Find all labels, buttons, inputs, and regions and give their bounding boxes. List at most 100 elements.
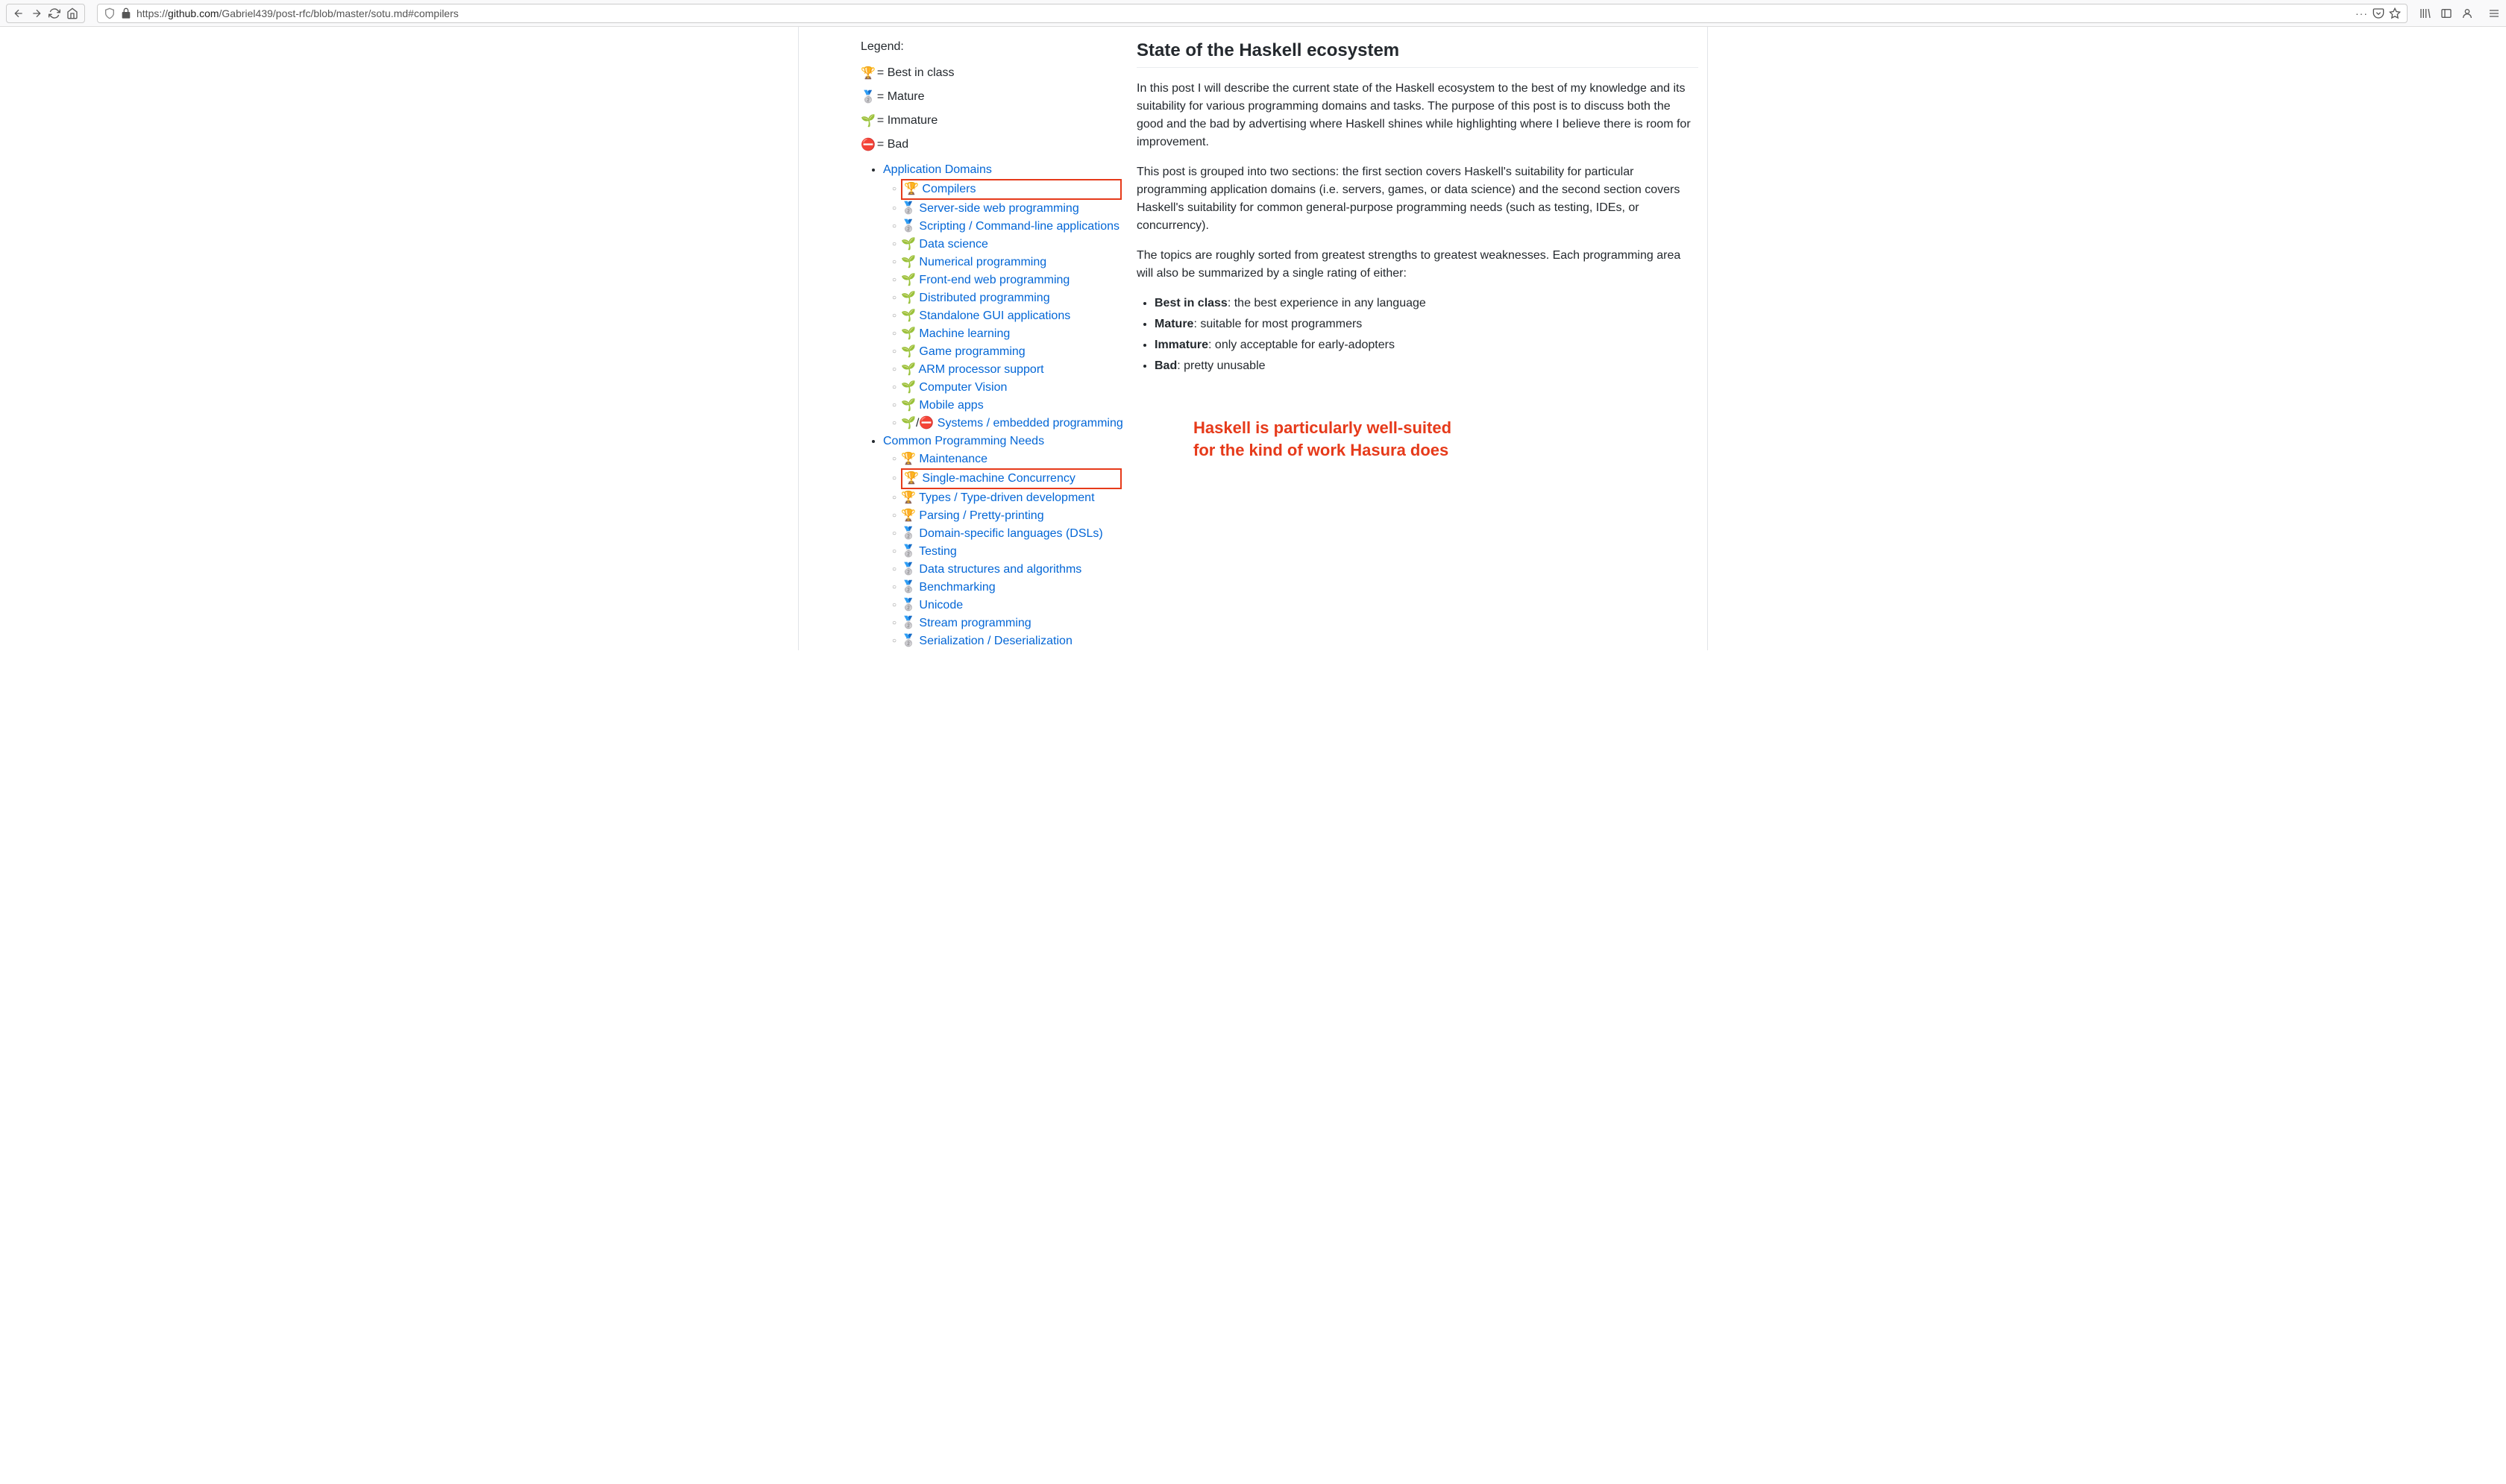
lock-icon (120, 7, 132, 19)
toc-item-icon: 🥈 (901, 581, 919, 594)
toc-link[interactable]: Distributed programming (919, 292, 1049, 304)
toc-link[interactable]: Mobile apps (919, 399, 983, 412)
toc-link[interactable]: Domain-specific languages (DSLs) (919, 527, 1102, 540)
toc-item-icon: 🌱 (901, 345, 919, 358)
toc-item: 🏆 Single-machine Concurrency (892, 468, 1137, 489)
toc-link[interactable]: Maintenance (919, 453, 987, 465)
toc-item-icon: 🥈 (901, 220, 919, 233)
sidebar-icon[interactable] (2440, 7, 2452, 19)
toc-item-icon: 🏆 (901, 509, 919, 522)
toc-item: 🥈 Testing (892, 543, 1137, 561)
toc-item-icon: 🌱 (901, 327, 919, 340)
toc-item-icon: 🌱 (901, 238, 919, 251)
forward-button[interactable] (29, 6, 44, 21)
toc-link[interactable]: Stream programming (919, 617, 1031, 629)
legend-item: 🥈 = Mature (861, 89, 1137, 104)
shield-icon (104, 7, 116, 19)
rating-name: Bad (1155, 359, 1177, 372)
url-text: https://github.com/Gabriel439/post-rfc/b… (136, 7, 2351, 19)
rating-item: Bad: pretty unusable (1155, 357, 1698, 375)
page-actions-icon[interactable]: ··· (2355, 7, 2368, 19)
toc-item: 🥈 Stream programming (892, 614, 1137, 632)
toc-item: 🏆 Maintenance (892, 450, 1137, 468)
toc-item: 🌱 Front-end web programming (892, 271, 1137, 289)
toc-item-icon: 🏆 (901, 453, 919, 465)
toc-section-common-programming-needs[interactable]: Common Programming Needs (883, 435, 1044, 447)
toc-link[interactable]: Front-end web programming (919, 274, 1070, 286)
toc-link[interactable]: Serialization / Deserialization (919, 635, 1072, 647)
toc-link[interactable]: Standalone GUI applications (919, 309, 1070, 322)
legend-item-label: = Mature (877, 90, 925, 104)
toc-item-icon: 🌱 (901, 309, 919, 322)
toc-item-icon: 🥈 (901, 635, 919, 647)
toc-link[interactable]: Parsing / Pretty-printing (919, 509, 1043, 522)
url-bar[interactable]: https://github.com/Gabriel439/post-rfc/b… (97, 4, 2408, 23)
rating-list: Best in class: the best experience in an… (1137, 295, 1698, 375)
toc-item-icon: 🏆 (904, 472, 922, 485)
article-paragraph: The topics are roughly sorted from great… (1137, 247, 1698, 283)
rating-description: : pretty unusable (1177, 359, 1265, 372)
toc-link[interactable]: Numerical programming (919, 256, 1046, 268)
toc-link[interactable]: Testing (919, 545, 957, 558)
menu-icon[interactable] (2488, 7, 2500, 19)
toc-item: 🥈 Serialization / Deserialization (892, 632, 1137, 650)
toc-item-icon: 🥈 (901, 527, 919, 540)
toc-item: 🥈 Benchmarking (892, 579, 1137, 597)
toc-link[interactable]: Types / Type-driven development (919, 491, 1094, 504)
toc-link[interactable]: Data science (919, 238, 988, 251)
toc-item-icon: 🌱 (901, 381, 919, 394)
toc-link[interactable]: Computer Vision (919, 381, 1007, 394)
toc-item-icon: 🌱 (901, 399, 919, 412)
toc-link[interactable]: ARM processor support (919, 363, 1044, 376)
article-paragraph: This post is grouped into two sections: … (1137, 163, 1698, 235)
account-icon[interactable] (2461, 7, 2473, 19)
bookmark-star-icon[interactable] (2389, 7, 2401, 19)
browser-toolbar: https://github.com/Gabriel439/post-rfc/b… (0, 0, 2506, 27)
toc-item: 🌱 Machine learning (892, 325, 1137, 343)
rating-item: Mature: suitable for most programmers (1155, 315, 1698, 333)
toc-link[interactable]: Single-machine Concurrency (922, 472, 1075, 485)
legend-item: ⛔ = Bad (861, 137, 1137, 152)
toc-item: 🌱/⛔ Systems / embedded programming (892, 415, 1137, 433)
back-button[interactable] (11, 6, 26, 21)
article-title: State of the Haskell ecosystem (1137, 40, 1698, 68)
legend-title: Legend: (861, 40, 1137, 54)
medal-icon: 🥈 (861, 89, 876, 104)
reload-button[interactable] (47, 6, 62, 21)
toc-link[interactable]: Scripting / Command-line applications (919, 220, 1119, 233)
toc-link[interactable]: Machine learning (919, 327, 1010, 340)
toc-item: 🌱 Computer Vision (892, 379, 1137, 397)
toc-link[interactable]: Game programming (919, 345, 1025, 358)
reload-icon (48, 7, 60, 19)
toc-link[interactable]: Unicode (919, 599, 963, 611)
toc-link[interactable]: Compilers (922, 183, 976, 195)
seedling-icon: 🌱 (861, 113, 876, 128)
arrow-left-icon (13, 7, 25, 19)
toc-item: 🌱 Mobile apps (892, 397, 1137, 415)
legend-item: 🏆 = Best in class (861, 66, 1137, 81)
rating-description: : only acceptable for early-adopters (1208, 339, 1395, 351)
toc-link[interactable]: Data structures and algorithms (919, 563, 1081, 576)
toc-link[interactable]: Server-side web programming (919, 202, 1078, 215)
home-button[interactable] (65, 6, 80, 21)
toc-item-icon: 🥈 (901, 599, 919, 611)
rating-item: Immature: only acceptable for early-adop… (1155, 336, 1698, 354)
toc-item: 🏆 Compilers (892, 179, 1137, 200)
browser-right-icons (2419, 7, 2500, 19)
toc-item: 🌱 ARM processor support (892, 361, 1137, 379)
toc-item-icon: 🌱 (901, 363, 918, 376)
toc-item: 🌱 Distributed programming (892, 289, 1137, 307)
highlight-box: 🏆 Compilers (901, 179, 1122, 200)
toc-link[interactable]: Systems / embedded programming (938, 417, 1123, 430)
toc-item: 🏆 Types / Type-driven development (892, 489, 1137, 507)
pocket-icon[interactable] (2372, 7, 2384, 19)
toc-link[interactable]: Benchmarking (919, 581, 995, 594)
toc-section-application-domains[interactable]: Application Domains (883, 163, 992, 176)
library-icon[interactable] (2419, 7, 2431, 19)
arrow-right-icon (31, 7, 43, 19)
toc-item-icon: 🌱 (901, 274, 919, 286)
toc-item-icon: 🥈 (901, 563, 919, 576)
highlight-box: 🏆 Single-machine Concurrency (901, 468, 1122, 489)
toc-item-icon: 🏆 (901, 491, 919, 504)
toc-item-icon: 🌱/⛔ (901, 417, 938, 430)
